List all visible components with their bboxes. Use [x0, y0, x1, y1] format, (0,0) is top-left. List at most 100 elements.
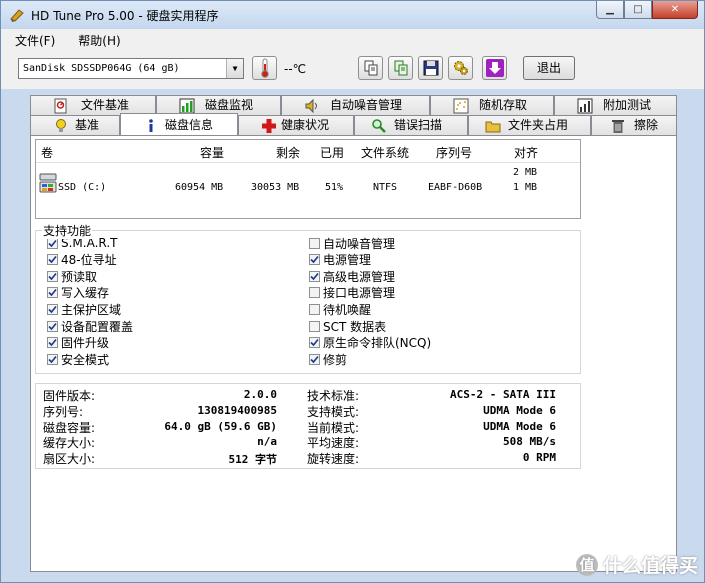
info-value: UDMA Mode 6 — [483, 403, 556, 417]
info-label: 技术标准: — [307, 389, 360, 403]
tab-label: 自动噪音管理 — [330, 98, 403, 112]
feature-checkbox[interactable] — [47, 303, 58, 315]
copy-icon — [364, 60, 377, 76]
info-value: n/a — [257, 435, 277, 449]
info-value: ACS-2 - SATA III — [450, 388, 556, 401]
speaker-icon — [305, 98, 317, 114]
tab-label: 健康状况 — [281, 118, 330, 132]
checkmark-icon — [48, 339, 57, 347]
info-label: 扇区大小: — [43, 452, 96, 467]
feature-label: 主保护区域 — [61, 302, 122, 317]
tab-acoustic-management[interactable]: 自动噪音管理 — [281, 95, 430, 115]
chevron-down-icon[interactable]: ▼ — [226, 59, 243, 78]
feature-checkbox[interactable] — [47, 353, 58, 365]
feature-checkbox[interactable] — [309, 320, 320, 332]
feature-left-1: 48-位寻址 — [47, 252, 117, 268]
magnifier-icon — [372, 119, 386, 133]
column-header-used[interactable]: 已用 — [320, 144, 344, 161]
feature-checkbox[interactable] — [47, 287, 58, 299]
column-header-volume[interactable]: 卷 — [41, 144, 53, 161]
feature-checkbox[interactable] — [309, 237, 320, 249]
disk-monitor-icon — [179, 98, 195, 114]
feature-checkbox[interactable] — [309, 287, 320, 299]
copy-all-icon — [394, 60, 407, 76]
feature-checkbox[interactable] — [309, 337, 320, 349]
feature-checkbox[interactable] — [47, 254, 58, 266]
gears-icon — [453, 61, 468, 75]
feature-checkbox[interactable] — [47, 337, 58, 349]
volume-alignment: 1 MB — [513, 182, 538, 193]
feature-label: 原生命令排队(NCQ) — [323, 336, 432, 351]
close-icon: ✕ — [670, 4, 680, 15]
column-header-filesystem[interactable]: 文件系统 — [361, 144, 409, 161]
feature-checkbox[interactable] — [47, 320, 58, 332]
app-icon — [10, 9, 24, 22]
checkmark-icon — [48, 256, 57, 264]
save-button[interactable] — [418, 56, 443, 80]
tab-erase[interactable]: 擦除 — [591, 115, 677, 135]
random-access-icon — [453, 98, 469, 114]
info-label: 支持模式: — [307, 404, 360, 419]
minimize-button[interactable]: ▁ — [596, 1, 624, 19]
tab-folder-usage[interactable]: 文件夹占用 — [468, 115, 591, 135]
feature-label: 48-位寻址 — [61, 253, 117, 268]
feature-left-4: 主保护区域 — [47, 301, 121, 317]
tab-file-benchmark[interactable]: 文件基准 — [30, 95, 156, 115]
column-header-free[interactable]: 剩余 — [276, 144, 300, 161]
volume-used: 51% — [325, 182, 344, 193]
menu-help[interactable]: 帮助(H) — [64, 32, 129, 49]
feature-left-7: 安全模式 — [47, 351, 109, 367]
checkmark-icon — [48, 239, 57, 247]
tab-label: 文件夹占用 — [508, 118, 569, 132]
checkmark-icon — [310, 339, 319, 347]
tab-row-bottom: 基准 磁盘信息 健康状况 错误扫描 文件夹占用 擦除 — [1, 113, 704, 135]
feature-label: 自动噪音管理 — [323, 236, 396, 251]
feature-checkbox[interactable] — [309, 353, 320, 365]
download-button[interactable] — [482, 56, 507, 80]
tab-label: 随机存取 — [479, 98, 528, 112]
menu-file[interactable]: 文件(F) — [1, 32, 64, 49]
feature-left-5: 设备配置覆盖 — [47, 318, 133, 334]
tab-disk-monitor[interactable]: 磁盘监视 — [156, 95, 281, 115]
info-value: 508 MB/s — [503, 435, 556, 449]
table-row[interactable]: SSD (C:) 60954 MB 30053 MB 51% NTFS EABF… — [36, 173, 580, 200]
feature-label: 固件升级 — [61, 336, 110, 351]
title-bar: HD Tune Pro 5.00 - 硬盘实用程序 ▁ □ ✕ — [1, 1, 704, 29]
temperature-readout: --℃ — [284, 62, 307, 76]
checkmark-icon — [310, 256, 319, 264]
exit-button[interactable]: 退出 — [523, 56, 575, 80]
options-button[interactable] — [448, 56, 473, 80]
volume-list-header: 卷 容量 剩余 已用 文件系统 序列号 对齐 — [36, 140, 580, 163]
column-header-serial[interactable]: 序列号 — [436, 144, 472, 161]
copy-info-button[interactable] — [358, 56, 383, 80]
tab-label: 磁盘信息 — [165, 118, 214, 132]
feature-label: 待机唤醒 — [323, 302, 372, 317]
volume-list[interactable]: 卷 容量 剩余 已用 文件系统 序列号 对齐 2 MB SSD (C:) 609… — [35, 139, 581, 219]
feature-checkbox[interactable] — [309, 270, 320, 282]
feature-checkbox[interactable] — [47, 270, 58, 282]
tab-random-access[interactable]: 随机存取 — [430, 95, 554, 115]
drive-select[interactable]: SanDisk SDSSDP064G (64 gB) ▼ — [18, 58, 244, 79]
feature-checkbox[interactable] — [309, 303, 320, 315]
info-label: 缓存大小: — [43, 436, 96, 451]
column-header-alignment[interactable]: 对齐 — [514, 144, 538, 161]
tab-benchmark[interactable]: 基准 — [30, 115, 120, 135]
column-header-capacity[interactable]: 容量 — [200, 144, 224, 161]
feature-right-4: 待机唤醒 — [309, 301, 371, 317]
feature-checkbox[interactable] — [309, 254, 320, 266]
feature-label: 预读取 — [61, 269, 98, 284]
close-button[interactable]: ✕ — [652, 1, 698, 19]
tab-disk-info[interactable]: 磁盘信息 — [120, 113, 238, 135]
info-value: 130819400985 — [197, 403, 277, 417]
feature-checkbox[interactable] — [47, 237, 58, 249]
temperature-button[interactable] — [252, 56, 277, 80]
tab-health[interactable]: 健康状况 — [238, 115, 354, 135]
info-label: 磁盘容量: — [43, 420, 96, 435]
maximize-button[interactable]: □ — [624, 1, 652, 19]
checkmark-icon — [48, 305, 57, 314]
file-benchmark-icon — [54, 98, 67, 114]
info-value: 0 RPM — [522, 451, 556, 465]
tab-error-scan[interactable]: 错误扫描 — [354, 115, 468, 135]
copy-all-button[interactable] — [388, 56, 413, 80]
tab-extra-tests[interactable]: 附加测试 — [554, 95, 677, 115]
